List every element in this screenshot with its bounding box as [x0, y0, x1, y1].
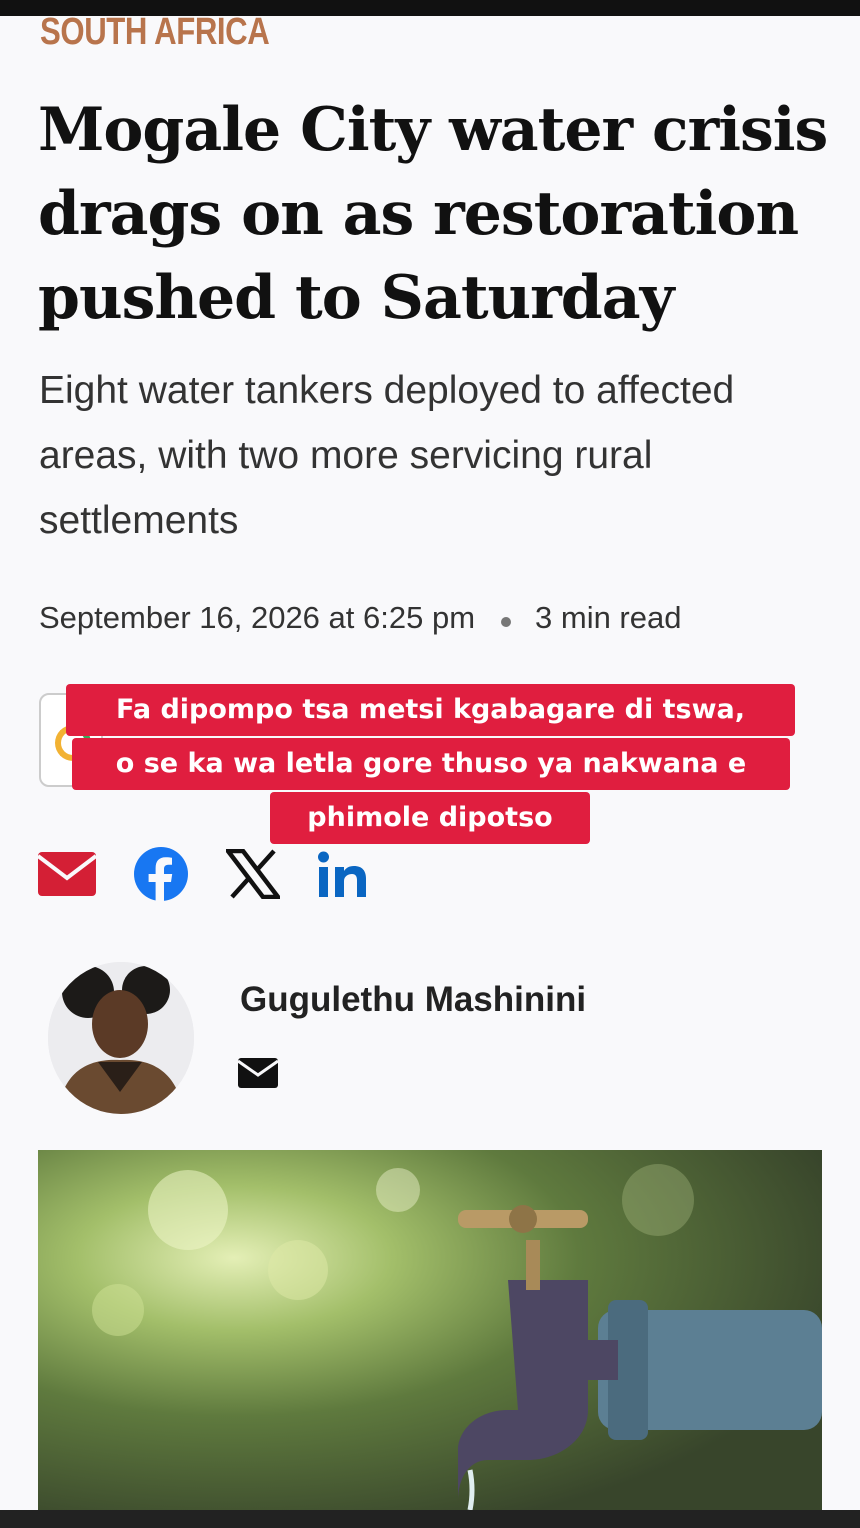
- email-icon: [38, 852, 96, 896]
- article-category[interactable]: SOUTH AFRICA: [40, 10, 270, 54]
- author-email-button[interactable]: [237, 1058, 279, 1093]
- facebook-icon: [134, 847, 188, 902]
- linkedin-icon: [318, 851, 366, 897]
- publish-date: September 16, 2026 at 6:25 pm: [39, 600, 476, 635]
- article-headline: Mogale City water crisis drags on as res…: [38, 95, 828, 333]
- caption-line-2: o se ka wa letla gore thuso ya nakwana e: [72, 738, 790, 790]
- bottom-bar: [0, 1510, 860, 1528]
- share-bar: [38, 842, 406, 906]
- linkedin-share-button[interactable]: [317, 849, 369, 899]
- author-avatar[interactable]: [48, 962, 194, 1114]
- author-photo: [48, 962, 194, 1114]
- x-icon: [226, 849, 280, 899]
- meta-separator-dot: [501, 617, 512, 627]
- x-share-button[interactable]: [226, 849, 280, 899]
- hero-image: [38, 1150, 822, 1510]
- email-icon: [237, 1058, 279, 1088]
- read-time: 3 min read: [535, 600, 682, 635]
- facebook-share-button[interactable]: [133, 846, 189, 902]
- caption-line-1: Fa dipompo tsa metsi kgabagare di tswa,: [66, 684, 795, 736]
- email-share-button[interactable]: [38, 852, 96, 896]
- article-subheadline: Eight water tankers deployed to affected…: [39, 369, 735, 542]
- author-name[interactable]: Gugulethu Mashinini: [240, 980, 586, 1020]
- water-tap-photo: [38, 1150, 822, 1510]
- caption-line-3: phimole dipotso: [270, 792, 590, 844]
- article-meta: September 16, 2026 at 6:25 pm 3 min read: [39, 600, 681, 636]
